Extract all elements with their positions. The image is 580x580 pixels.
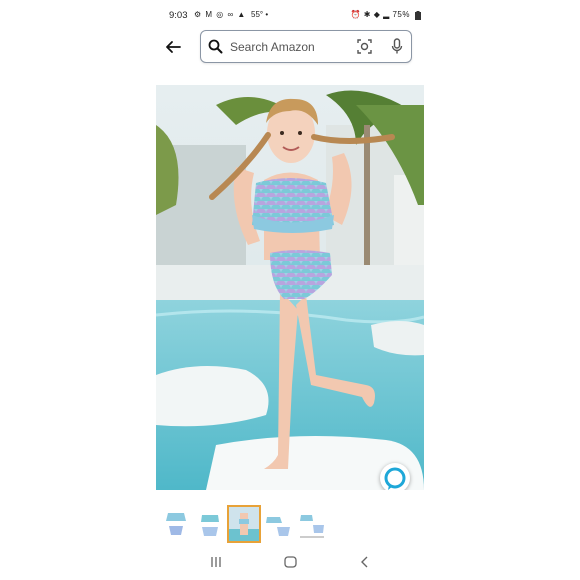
battery-icon: [415, 11, 421, 20]
swimsuit-detail-thumbnail-icon: [266, 517, 290, 536]
thumbnail-2[interactable]: [196, 507, 224, 541]
status-bar: 9:03 ⚙ M ◎ ∞ ▲ 55° • ⏰ ✱ ◆ ▂ 75%: [156, 8, 424, 24]
thumbnail-5[interactable]: [298, 507, 326, 541]
camera-search-icon[interactable]: [357, 39, 372, 54]
battery-percent: 75%: [392, 10, 410, 19]
search-bar[interactable]: Search Amazon: [200, 30, 412, 63]
system-icon-glyphs: ⏰ ✱ ◆ ▂: [350, 10, 390, 19]
search-icon: [208, 39, 223, 54]
weather-temperature: 55° •: [251, 10, 268, 19]
image-thumbnails: [156, 505, 424, 543]
alexa-icon: [384, 467, 406, 490]
notification-icons: ⚙ M ◎ ∞ ▲: [194, 10, 247, 19]
system-navigation-bar: [156, 545, 424, 580]
thumbnail-1[interactable]: [162, 507, 190, 541]
model-photo-thumbnail-icon: [229, 507, 259, 541]
status-time: 9:03: [169, 10, 188, 21]
swimsuit-thumbnail-icon: [201, 515, 219, 536]
phone-screen: 9:03 ⚙ M ◎ ∞ ▲ 55° • ⏰ ✱ ◆ ▂ 75% Search …: [156, 0, 424, 580]
system-icons: ⏰ ✱ ◆ ▂ 75%: [351, 10, 410, 19]
swimsuit-thumbnail-icon: [166, 513, 186, 535]
back-arrow-icon[interactable]: [164, 38, 182, 56]
thumbnail-3-selected[interactable]: [227, 505, 261, 543]
search-input[interactable]: Search Amazon: [230, 40, 315, 54]
product-photo-illustration: [156, 85, 424, 490]
home-icon[interactable]: [284, 555, 297, 573]
status-dot: •: [265, 10, 269, 19]
microphone-icon[interactable]: [391, 38, 403, 55]
product-image[interactable]: [156, 85, 424, 490]
size-chart-thumbnail-icon: [300, 515, 324, 538]
thumbnail-4[interactable]: [264, 507, 292, 541]
nav-back-icon[interactable]: [360, 555, 370, 573]
alexa-button[interactable]: [380, 463, 410, 490]
temperature-value: 55°: [251, 10, 264, 19]
recent-apps-icon[interactable]: [210, 555, 222, 573]
